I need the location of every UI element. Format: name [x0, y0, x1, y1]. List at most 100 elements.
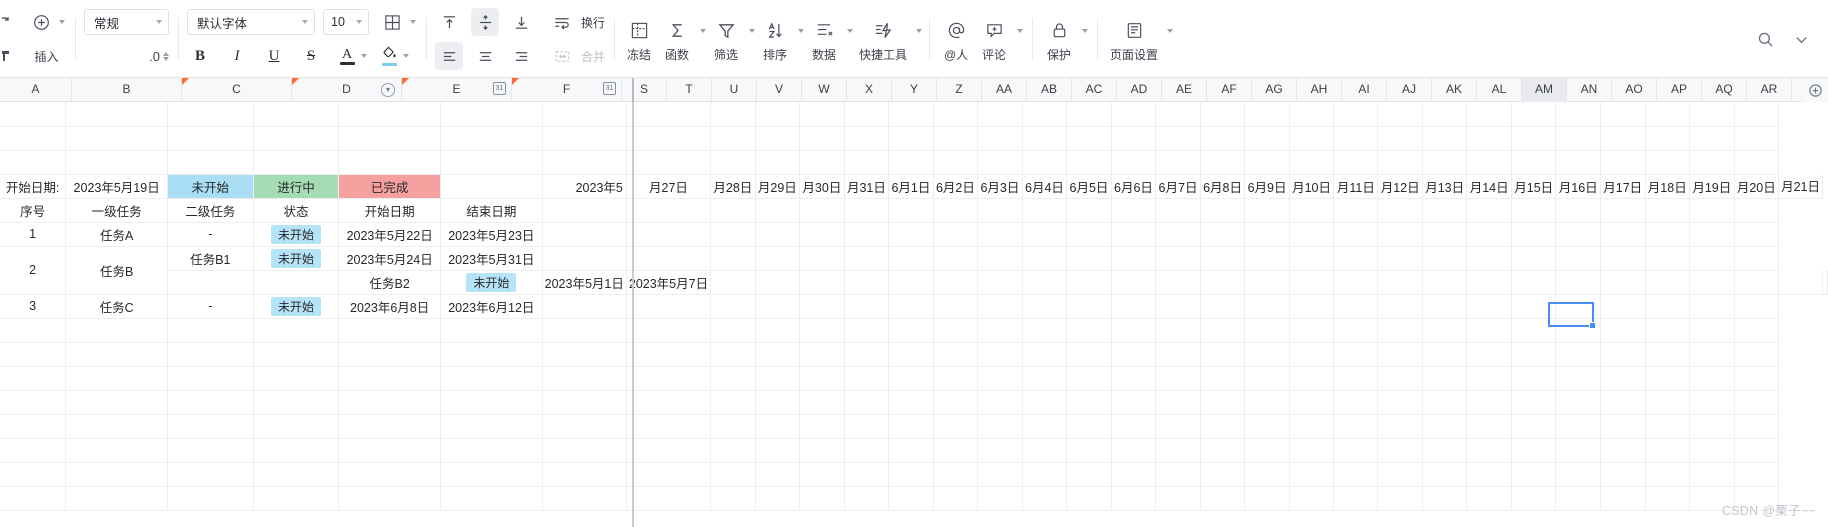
grid-cell-empty[interactable] — [1333, 198, 1379, 223]
grid-cell-empty[interactable] — [1111, 486, 1157, 511]
grid-cell-empty[interactable] — [440, 390, 543, 415]
grid-cell-empty[interactable] — [933, 390, 979, 415]
grid-cell-empty[interactable] — [1289, 102, 1335, 127]
grid-cell-empty[interactable] — [799, 486, 845, 511]
grid-cell-empty[interactable] — [710, 246, 756, 271]
grid-cell-empty[interactable] — [1689, 198, 1735, 223]
align-top-icon[interactable] — [435, 8, 463, 36]
strikethrough-button[interactable]: S — [298, 43, 324, 69]
grid-cell-empty[interactable] — [844, 342, 890, 367]
grid-cell-empty[interactable] — [1555, 486, 1601, 511]
grid-cell-empty[interactable] — [0, 342, 67, 367]
grid-cell-empty[interactable] — [1066, 414, 1112, 439]
grid-cell-empty[interactable] — [1466, 390, 1512, 415]
grid-cell-empty[interactable] — [1466, 246, 1512, 271]
grid-cell-empty[interactable] — [1333, 270, 1379, 295]
timeline-date-cell[interactable]: 月30日 — [799, 174, 845, 199]
grid-cell-empty[interactable] — [1289, 486, 1335, 511]
grid-cell-empty[interactable] — [1377, 198, 1423, 223]
grid-cell-empty[interactable] — [1022, 294, 1068, 319]
grid-cell-empty[interactable] — [1734, 318, 1780, 343]
grid-cell-empty[interactable] — [0, 318, 67, 343]
format-painter-icon[interactable] — [2, 42, 18, 70]
grid-cell-empty[interactable] — [167, 462, 254, 487]
function-caret-icon[interactable] — [700, 29, 707, 33]
grid-cell-empty[interactable] — [1422, 414, 1468, 439]
grid-cell-empty[interactable] — [755, 438, 801, 463]
grid-cell-empty[interactable] — [338, 150, 441, 175]
column-header-u[interactable]: U — [712, 78, 757, 102]
grid-cell-empty[interactable] — [799, 270, 845, 295]
grid-cell-empty[interactable] — [542, 390, 627, 415]
grid-cell-empty[interactable] — [1066, 294, 1112, 319]
grid-cell-empty[interactable] — [933, 414, 979, 439]
grid-cell-empty[interactable] — [1422, 150, 1468, 175]
grid-cell-empty[interactable] — [755, 414, 801, 439]
cell-seq-spanned[interactable] — [167, 270, 254, 295]
grid-cell-empty[interactable] — [977, 462, 1023, 487]
grid-cell-empty[interactable] — [1600, 102, 1646, 127]
grid-cell-empty[interactable] — [1466, 102, 1512, 127]
grid-cell-empty[interactable] — [440, 414, 543, 439]
grid-cell-empty[interactable] — [933, 198, 979, 223]
grid-cell-empty[interactable] — [1244, 486, 1290, 511]
fill-color-button[interactable] — [379, 46, 399, 66]
grid-cell-empty[interactable] — [1689, 414, 1735, 439]
grid-cell-empty[interactable] — [167, 414, 254, 439]
grid-cell-empty[interactable] — [1511, 102, 1557, 127]
grid-cell-empty[interactable] — [888, 366, 934, 391]
grid-cell-empty[interactable] — [1734, 102, 1780, 127]
grid-cell-empty[interactable] — [977, 150, 1023, 175]
grid-cell-empty[interactable] — [1689, 438, 1735, 463]
grid-cell-empty[interactable] — [844, 462, 890, 487]
merge-cells-icon[interactable] — [548, 42, 576, 70]
grid-cell-empty[interactable] — [1511, 246, 1557, 271]
fill-handle[interactable] — [1589, 322, 1596, 329]
grid-cell-empty[interactable] — [1066, 486, 1112, 511]
grid-cell-empty[interactable] — [338, 366, 441, 391]
grid-cell-empty[interactable] — [1422, 198, 1468, 223]
grid-cell-empty[interactable] — [626, 126, 712, 151]
legend-status-not-started[interactable]: 未开始 — [167, 174, 254, 199]
grid-cell-empty[interactable] — [167, 366, 254, 391]
grid-cell-empty[interactable] — [338, 438, 441, 463]
grid-cell-empty[interactable] — [888, 486, 934, 511]
grid-cell-empty[interactable] — [542, 462, 627, 487]
grid-cell-empty[interactable] — [755, 390, 801, 415]
grid-cell-empty[interactable] — [1200, 222, 1246, 247]
column-header-x[interactable]: X — [847, 78, 892, 102]
grid-cell-empty[interactable] — [1111, 390, 1157, 415]
grid-cell-empty[interactable] — [440, 318, 543, 343]
grid-cell-empty[interactable] — [1555, 270, 1601, 295]
grid-cell-empty[interactable] — [1645, 102, 1691, 127]
grid-cell-empty[interactable] — [1600, 390, 1646, 415]
grid-cell-empty[interactable] — [1155, 270, 1201, 295]
grid-cell-empty[interactable] — [1466, 486, 1512, 511]
grid-cell-empty[interactable] — [0, 126, 67, 151]
grid-cell-empty[interactable] — [1689, 342, 1735, 367]
grid-cell-empty[interactable] — [253, 366, 340, 391]
column-header-aj[interactable]: AJ — [1387, 78, 1432, 102]
column-header-ah[interactable]: AH — [1297, 78, 1342, 102]
filter-button[interactable]: 筛选 — [707, 7, 745, 71]
grid-cell-empty[interactable] — [977, 270, 1023, 295]
grid-cell-empty[interactable] — [710, 390, 756, 415]
grid-cell-empty[interactable] — [1244, 414, 1290, 439]
grid-cell-empty[interactable] — [1155, 342, 1201, 367]
timeline-date-cell[interactable]: 月17日 — [1600, 174, 1646, 199]
grid-cell-empty[interactable] — [1555, 102, 1601, 127]
align-middle-icon[interactable] — [471, 8, 499, 36]
grid-cell-empty[interactable] — [1244, 318, 1290, 343]
grid-cell-empty[interactable] — [1155, 366, 1201, 391]
column-header-am[interactable]: AM — [1522, 78, 1567, 102]
grid-cell-empty[interactable] — [1111, 246, 1157, 271]
table-header-seq[interactable]: 序号 — [0, 198, 67, 223]
grid-cell-empty[interactable] — [977, 318, 1023, 343]
grid-cell-empty[interactable] — [710, 126, 756, 151]
column-header-ac[interactable]: AC — [1072, 78, 1117, 102]
grid-cell-empty[interactable] — [933, 102, 979, 127]
timeline-date-cell[interactable]: 月12日 — [1377, 174, 1423, 199]
grid-cell-empty[interactable] — [1466, 294, 1512, 319]
grid-cell-empty[interactable] — [1555, 366, 1601, 391]
calendar-icon[interactable]: 31 — [493, 82, 506, 95]
